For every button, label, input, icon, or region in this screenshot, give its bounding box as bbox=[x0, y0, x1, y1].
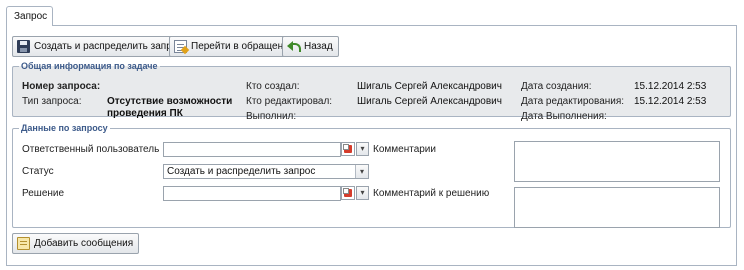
request-type-value-line1: Отсутствие возможности bbox=[107, 96, 233, 107]
chevron-down-icon: ▾ bbox=[360, 144, 365, 153]
responsible-user-input[interactable] bbox=[163, 142, 341, 157]
request-type-label: Тип запроса: bbox=[22, 96, 82, 107]
save-icon bbox=[17, 40, 30, 53]
request-type-value-line2: проведения ПК bbox=[107, 108, 183, 119]
responsible-user-label: Ответственный пользователь bbox=[22, 144, 160, 155]
decision-input[interactable] bbox=[163, 186, 341, 201]
comments-label: Комментарии bbox=[373, 144, 436, 155]
back-label: Назад bbox=[304, 41, 333, 52]
status-label: Статус bbox=[22, 166, 54, 177]
created-date-value: 15.12.2014 2:53 bbox=[634, 81, 707, 92]
edited-date-value: 15.12.2014 2:53 bbox=[634, 96, 707, 107]
responsible-user-clear-button[interactable] bbox=[341, 142, 355, 156]
go-to-appeal-button[interactable]: Перейти в обращение bbox=[169, 36, 301, 57]
decision-label: Решение bbox=[22, 188, 65, 199]
chevron-down-icon: ▾ bbox=[360, 188, 365, 197]
document-edit-icon bbox=[174, 40, 187, 53]
add-message-label: Добавить сообщения bbox=[34, 238, 134, 249]
status-select[interactable]: Создать и распределить запрос ▾ bbox=[163, 164, 369, 179]
created-date-label: Дата создания: bbox=[521, 81, 592, 92]
decision-clear-button[interactable] bbox=[341, 186, 355, 200]
general-info-section: Общая информация по задаче Номер запроса… bbox=[12, 61, 731, 122]
decision-comment-label: Комментарий к решению bbox=[373, 188, 490, 199]
go-to-appeal-label: Перейти в обращение bbox=[191, 41, 295, 52]
edited-by-value: Шигаль Сергей Александрович bbox=[357, 96, 502, 107]
created-by-value: Шигаль Сергей Александрович bbox=[357, 81, 502, 92]
request-data-section: Данные по запросу Ответственный пользова… bbox=[12, 123, 731, 228]
note-add-icon bbox=[17, 237, 30, 250]
create-and-distribute-label: Создать и распределить запрос bbox=[34, 41, 183, 52]
request-panel: Создать и распределить запрос Перейти в … bbox=[6, 25, 737, 266]
comments-textarea[interactable] bbox=[514, 141, 720, 182]
done-date-label: Дата Выполнения: bbox=[521, 111, 607, 122]
responsible-user-dropdown-button[interactable]: ▾ bbox=[356, 142, 369, 156]
decision-comment-textarea[interactable] bbox=[514, 187, 720, 228]
back-button[interactable]: Назад bbox=[282, 36, 339, 57]
add-message-button[interactable]: Добавить сообщения bbox=[12, 233, 140, 254]
tab-request[interactable]: Запрос bbox=[6, 6, 53, 26]
chevron-down-icon: ▾ bbox=[355, 165, 368, 178]
decision-dropdown-button[interactable]: ▾ bbox=[356, 186, 369, 200]
edited-date-label: Дата редактирования: bbox=[521, 96, 625, 107]
status-value: Создать и распределить запрос bbox=[167, 166, 316, 177]
request-data-legend: Данные по запросу bbox=[21, 123, 108, 133]
clear-icon bbox=[343, 144, 352, 153]
created-by-label: Кто создал: bbox=[246, 81, 300, 92]
request-number-label: Номер запроса: bbox=[22, 81, 101, 92]
general-info-legend: Общая информация по задаче bbox=[21, 61, 158, 71]
clear-icon bbox=[343, 188, 352, 197]
performed-by-label: Выполнил: bbox=[246, 111, 297, 122]
back-arrow-icon bbox=[287, 40, 301, 53]
create-and-distribute-button[interactable]: Создать и распределить запрос bbox=[12, 36, 189, 57]
edited-by-label: Кто редактировал: bbox=[246, 96, 333, 107]
